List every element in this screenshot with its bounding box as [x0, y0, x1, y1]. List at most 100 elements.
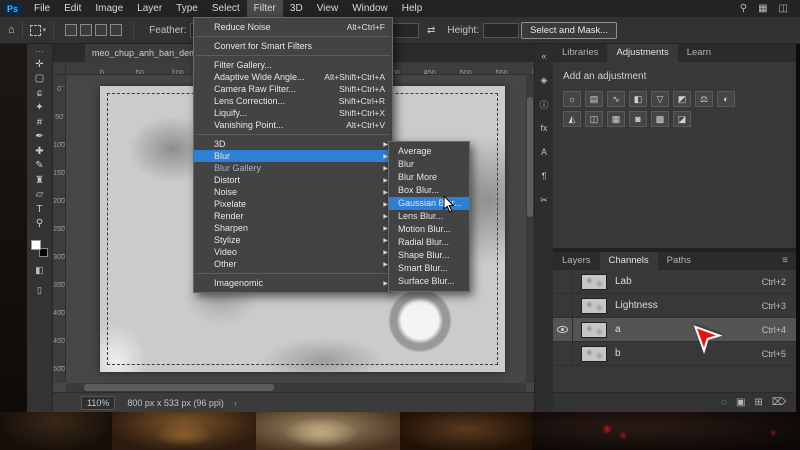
black-white-icon[interactable]: ◐ — [717, 91, 735, 107]
blur-submenu-item[interactable]: Smart Blur... — [389, 262, 469, 275]
screen-mode-icon[interactable]: ▯ — [29, 283, 51, 297]
new-selection-icon[interactable] — [65, 24, 77, 36]
paragraph-icon[interactable]: ¶ — [535, 164, 553, 188]
tool-preset-icon[interactable]: ▾ — [30, 25, 47, 36]
vibrance-icon[interactable]: ▽ — [651, 91, 669, 107]
invert-icon[interactable]: ◙ — [629, 111, 647, 127]
select-and-mask-button[interactable]: Select and Mask... — [521, 22, 617, 39]
fx-icon[interactable]: fx — [535, 116, 553, 140]
channel-thumbnail[interactable] — [581, 322, 607, 338]
healing-brush-tool[interactable]: ✚ — [29, 144, 51, 159]
visibility-toggle[interactable] — [553, 294, 573, 317]
blur-submenu-item[interactable]: Gaussian Blur... — [389, 197, 469, 210]
channel-row[interactable]: Lab Ctrl+2 — [553, 270, 796, 294]
layout-icon[interactable]: ◫ — [779, 0, 788, 17]
status-chevron-icon[interactable]: › — [234, 398, 237, 408]
menubar-item[interactable]: Type — [169, 0, 205, 17]
height-input[interactable] — [483, 23, 519, 38]
filter-menu-item[interactable] — [196, 273, 390, 274]
panel-tab[interactable]: Learn — [678, 44, 720, 62]
crop-tool[interactable]: # — [29, 115, 51, 130]
clone-stamp-tool[interactable]: ♜ — [29, 173, 51, 188]
blur-submenu-item[interactable]: Average — [389, 145, 469, 158]
threshold-icon[interactable]: ◪ — [673, 111, 691, 127]
vertical-scrollbar[interactable] — [526, 75, 534, 383]
swap-dimensions-icon[interactable]: ⇄ — [427, 25, 435, 36]
menubar-item[interactable]: Select — [205, 0, 247, 17]
vertical-scrollbar-thumb[interactable] — [527, 97, 533, 217]
filter-menu-item[interactable]: Stylize — [194, 234, 392, 246]
filter-menu-item[interactable]: Other — [194, 258, 392, 270]
more-tools-icon[interactable]: ⋯ — [36, 47, 44, 57]
blur-submenu-item[interactable]: Blur — [389, 158, 469, 171]
channel-thumbnail[interactable] — [581, 274, 607, 290]
subtract-selection-icon[interactable] — [95, 24, 107, 36]
foreground-color-swatch[interactable] — [31, 240, 41, 250]
panel-tab[interactable]: Layers — [553, 252, 600, 270]
save-selection-icon[interactable]: ▣ — [736, 397, 745, 408]
channel-thumbnail[interactable] — [581, 346, 607, 362]
eyedropper-tool[interactable]: ✒ — [29, 130, 51, 145]
filter-menu-item[interactable]: Video — [194, 246, 392, 258]
filter-menu-item[interactable]: Imagenomic — [194, 277, 392, 289]
channel-row[interactable]: a Ctrl+4 — [553, 318, 796, 342]
type-tool[interactable]: T — [29, 202, 51, 217]
posterize-icon[interactable]: ▩ — [651, 111, 669, 127]
filter-menu-item[interactable]: Filter Gallery... — [194, 59, 392, 71]
menubar-item[interactable]: View — [310, 0, 346, 17]
filter-menu-item[interactable] — [196, 36, 390, 37]
brush-tool[interactable]: ✎ — [29, 159, 51, 174]
blur-submenu-item[interactable]: Surface Blur... — [389, 275, 469, 288]
panel-tab[interactable]: Paths — [658, 252, 700, 270]
panel-tab[interactable]: Adjustments — [607, 44, 677, 62]
menubar-item[interactable]: Filter — [247, 0, 283, 17]
levels-icon[interactable]: ▤ — [585, 91, 603, 107]
filter-menu-item[interactable]: Pixelate — [194, 198, 392, 210]
filter-menu-item[interactable]: Distort — [194, 174, 392, 186]
info-icon[interactable]: ⓘ — [535, 92, 553, 116]
menubar-item[interactable]: File — [27, 0, 57, 17]
filter-menu-item[interactable]: Reduce Noise Alt+Ctrl+F — [194, 21, 392, 33]
channel-row[interactable]: b Ctrl+5 — [553, 342, 796, 366]
exposure-icon[interactable]: ◧ — [629, 91, 647, 107]
horizontal-scrollbar-thumb[interactable] — [84, 384, 274, 391]
horizontal-scrollbar[interactable] — [66, 383, 526, 392]
color-balance-icon[interactable]: ⚖ — [695, 91, 713, 107]
search-icon[interactable]: ⚲ — [740, 0, 747, 17]
channel-row[interactable]: Lightness Ctrl+3 — [553, 294, 796, 318]
menubar-item[interactable]: 3D — [283, 0, 310, 17]
panel-menu-icon[interactable]: ≡ — [782, 252, 796, 270]
filter-menu-item[interactable]: Liquify... Shift+Ctrl+X — [194, 107, 392, 119]
blur-submenu-item[interactable]: Radial Blur... — [389, 236, 469, 249]
add-selection-icon[interactable] — [80, 24, 92, 36]
visibility-toggle[interactable] — [553, 342, 573, 365]
brightness-contrast-icon[interactable]: ☼ — [563, 91, 581, 107]
filter-menu-item[interactable] — [196, 134, 390, 135]
panel-tab[interactable]: Channels — [600, 252, 658, 270]
channel-thumbnail[interactable] — [581, 298, 607, 314]
menubar-item[interactable]: Help — [395, 0, 430, 17]
filter-menu-item[interactable]: Lens Correction... Shift+Ctrl+R — [194, 95, 392, 107]
filter-menu-item[interactable]: 3D — [194, 138, 392, 150]
menubar-item[interactable]: Image — [88, 0, 130, 17]
color-swatches[interactable] — [31, 240, 48, 257]
filter-menu-item[interactable]: Vanishing Point... Alt+Ctrl+V — [194, 119, 392, 131]
filter-menu-item[interactable]: Camera Raw Filter... Shift+Ctrl+A — [194, 83, 392, 95]
marquee-tool[interactable]: ▢ — [29, 72, 51, 87]
menubar-item[interactable]: Window — [345, 0, 395, 17]
zoom-level-input[interactable]: 110% — [81, 396, 115, 410]
blur-submenu-item[interactable]: Motion Blur... — [389, 223, 469, 236]
character-icon[interactable]: A — [535, 140, 553, 164]
filter-menu-item[interactable]: Blur Gallery — [194, 162, 392, 174]
filter-menu-item[interactable]: Render — [194, 210, 392, 222]
load-selection-icon[interactable]: ◌ — [721, 397, 727, 408]
menubar-item[interactable]: Edit — [57, 0, 88, 17]
clone-source-icon[interactable]: ✂ — [535, 188, 553, 212]
filter-menu-item[interactable]: Convert for Smart Filters — [194, 40, 392, 52]
visibility-toggle[interactable] — [553, 270, 573, 293]
quick-mask-icon[interactable]: ◧ — [29, 263, 51, 277]
filter-menu-item[interactable]: Sharpen — [194, 222, 392, 234]
quick-selection-tool[interactable]: ✦ — [29, 101, 51, 116]
delete-channel-icon[interactable]: ⌦ — [772, 397, 786, 408]
filter-menu-item[interactable] — [196, 55, 390, 56]
